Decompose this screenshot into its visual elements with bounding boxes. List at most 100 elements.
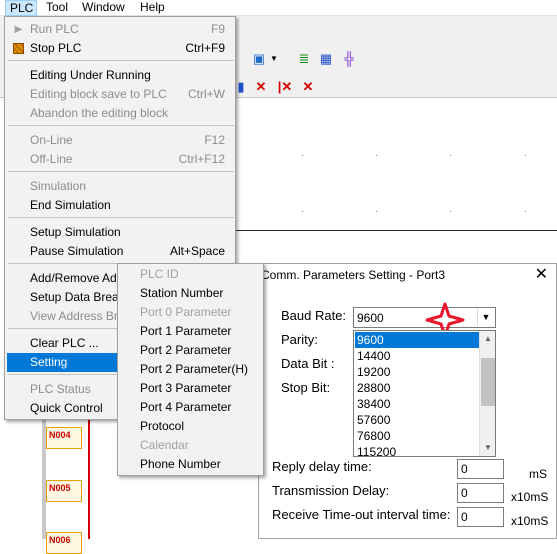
submenu-item-port-3-parameter[interactable]: Port 3 Parameter bbox=[140, 379, 231, 398]
menu-item-shortcut: Ctrl+W bbox=[188, 87, 225, 101]
submenu-item-station-number[interactable]: Station Number bbox=[140, 284, 223, 303]
baud-rate-label: Baud Rate: bbox=[281, 308, 347, 323]
scrollbar[interactable]: ▲ ▼ bbox=[479, 331, 495, 456]
reply-delay-input[interactable]: 0 bbox=[457, 459, 504, 479]
scrollbar-thumb[interactable] bbox=[481, 358, 495, 406]
menu-item-label: End Simulation bbox=[30, 198, 111, 212]
baud-rate-value: 9600 bbox=[357, 311, 384, 325]
network-label[interactable]: N004 bbox=[46, 427, 82, 449]
baud-option[interactable]: 9600 bbox=[355, 332, 479, 348]
menu-item-run-plc[interactable]: ▶ Run PLC F9 bbox=[7, 20, 233, 39]
menu-item-label: Clear PLC ... bbox=[30, 336, 99, 350]
menu-bar: PLC Tool Window Help bbox=[0, 0, 557, 16]
comm-parameters-dialog: Comm. Parameters Setting - Port3 ✕ Baud … bbox=[258, 263, 557, 539]
baud-option[interactable]: 14400 bbox=[355, 348, 479, 364]
menu-item-pause-simulation[interactable]: Pause Simulation Alt+Space bbox=[7, 242, 233, 261]
delete-all-icon[interactable]: ✕ bbox=[300, 78, 316, 96]
menu-separator bbox=[8, 125, 234, 126]
submenu-item-phone-number[interactable]: Phone Number bbox=[140, 455, 221, 474]
ladder-rung-line bbox=[230, 230, 557, 231]
baud-option[interactable]: 28800 bbox=[355, 380, 479, 396]
menu-item-label: Setting bbox=[30, 355, 68, 369]
chevron-down-icon[interactable]: ▼ bbox=[480, 440, 495, 456]
menu-help[interactable]: Help bbox=[136, 0, 169, 16]
menu-item-end-simulation[interactable]: End Simulation bbox=[7, 196, 233, 215]
transmission-delay-input[interactable]: 0 bbox=[457, 483, 504, 503]
parity-label: Parity: bbox=[281, 332, 318, 347]
transmission-delay-label: Transmission Delay: bbox=[272, 483, 390, 498]
menu-item-label: Pause Simulation bbox=[30, 244, 124, 258]
ladder-edit-icon[interactable]: ≣ bbox=[296, 50, 312, 68]
delete-branch-icon[interactable]: |✕ bbox=[276, 78, 294, 96]
menu-item-shortcut: F12 bbox=[204, 133, 225, 147]
menu-item-label: Off-Line bbox=[30, 152, 73, 166]
ladder-power-rail bbox=[88, 420, 90, 539]
submenu-item-port-2-parameter-h[interactable]: Port 2 Parameter(H) bbox=[140, 360, 248, 379]
data-bit-label: Data Bit : bbox=[281, 356, 335, 371]
menu-plc[interactable]: PLC bbox=[5, 0, 37, 16]
submenu-item-port-2-parameter[interactable]: Port 2 Parameter bbox=[140, 341, 231, 360]
menu-item-label: Simulation bbox=[30, 179, 87, 193]
submenu-item-port-0-parameter[interactable]: Port 0 Parameter bbox=[140, 303, 231, 322]
dropdown-arrow-icon[interactable]: ▼ bbox=[269, 50, 279, 68]
delete-icon[interactable]: ✕ bbox=[253, 78, 269, 96]
monitor-icon[interactable]: ▣ bbox=[250, 50, 268, 68]
menu-item-stop-plc[interactable]: Stop PLC Ctrl+F9 bbox=[7, 39, 233, 58]
menu-item-label: Abandon the editing block bbox=[30, 106, 169, 120]
submenu-item-port-1-parameter[interactable]: Port 1 Parameter bbox=[140, 322, 231, 341]
menu-item-shortcut: Alt+Space bbox=[169, 244, 225, 258]
chevron-down-icon[interactable]: ▼ bbox=[477, 309, 494, 326]
menu-item-editing-under-running[interactable]: Editing Under Running bbox=[7, 66, 233, 85]
menu-separator bbox=[8, 60, 234, 61]
network-label[interactable]: N006 bbox=[46, 532, 82, 554]
grid-icon[interactable]: ▦ bbox=[318, 50, 334, 68]
menu-separator bbox=[8, 171, 234, 172]
close-icon[interactable]: ✕ bbox=[535, 266, 548, 284]
menu-item-label: Setup Simulation bbox=[30, 225, 121, 239]
receive-timeout-unit: x10mS bbox=[511, 514, 549, 528]
submenu-item-calendar[interactable]: Calendar bbox=[140, 436, 189, 455]
stop-icon bbox=[12, 42, 25, 55]
menu-item-abandon-the-editing-block[interactable]: Abandon the editing block bbox=[7, 104, 233, 123]
menu-item-label: Quick Control bbox=[30, 401, 103, 415]
transmission-delay-unit: x10mS bbox=[511, 490, 549, 504]
baud-option[interactable]: 19200 bbox=[355, 364, 479, 380]
baud-rate-options-list[interactable]: 115200 76800 57600 38400 28800 19200 14400 9600… bbox=[353, 330, 496, 457]
receive-timeout-label: Receive Time-out interval time: bbox=[272, 507, 451, 522]
menu-item-label: Setup Data Break bbox=[30, 290, 125, 304]
submenu-item-protocol[interactable]: Protocol bbox=[140, 417, 184, 436]
baud-option[interactable]: 57600 bbox=[355, 412, 479, 428]
menu-item-label: Stop PLC bbox=[30, 41, 82, 55]
menu-item-label: Run PLC bbox=[30, 22, 79, 36]
reply-delay-label: Reply delay time: bbox=[272, 459, 372, 474]
menu-item-shortcut: F9 bbox=[210, 22, 225, 36]
menu-item-simulation[interactable]: Simulation bbox=[7, 177, 233, 196]
menu-item-label: Add/Remove Ad bbox=[30, 271, 117, 285]
menu-separator bbox=[8, 217, 234, 218]
network-label[interactable]: N005 bbox=[46, 480, 82, 502]
menu-item-label: On-Line bbox=[30, 133, 73, 147]
menu-item-off-line[interactable]: Off-Line Ctrl+F12 bbox=[7, 150, 233, 169]
edit-icon[interactable]: ▮ bbox=[236, 78, 246, 96]
menu-item-label: Editing block save to PLC bbox=[30, 87, 167, 101]
stop-bit-label: Stop Bit: bbox=[281, 380, 331, 395]
menu-item-shortcut: Ctrl+F9 bbox=[185, 41, 225, 55]
route-icon[interactable]: ╬ bbox=[341, 50, 357, 68]
menu-item-shortcut: Ctrl+F12 bbox=[178, 152, 225, 166]
menu-tool[interactable]: Tool bbox=[42, 0, 72, 16]
menu-item-setup-simulation[interactable]: Setup Simulation bbox=[7, 223, 233, 242]
submenu-item-plc-id[interactable]: PLC ID bbox=[140, 265, 179, 284]
dialog-title: Comm. Parameters Setting - Port3 bbox=[261, 268, 446, 282]
baud-option[interactable]: 38400 bbox=[355, 396, 479, 412]
chevron-up-icon[interactable]: ▲ bbox=[480, 331, 495, 347]
baud-option[interactable]: 76800 bbox=[355, 428, 479, 444]
receive-timeout-input[interactable]: 0 bbox=[457, 507, 504, 527]
reply-delay-unit: mS bbox=[529, 467, 547, 481]
menu-item-on-line[interactable]: On-Line F12 bbox=[7, 131, 233, 150]
baud-option[interactable]: 115200 bbox=[355, 444, 479, 456]
menu-item-label: View Address Bre bbox=[30, 309, 125, 323]
menu-item-editing-block-save-to-plc[interactable]: Editing block save to PLC Ctrl+W bbox=[7, 85, 233, 104]
submenu-item-port-4-parameter[interactable]: Port 4 Parameter bbox=[140, 398, 231, 417]
menu-item-label: Editing Under Running bbox=[30, 68, 151, 82]
menu-window[interactable]: Window bbox=[78, 0, 129, 16]
